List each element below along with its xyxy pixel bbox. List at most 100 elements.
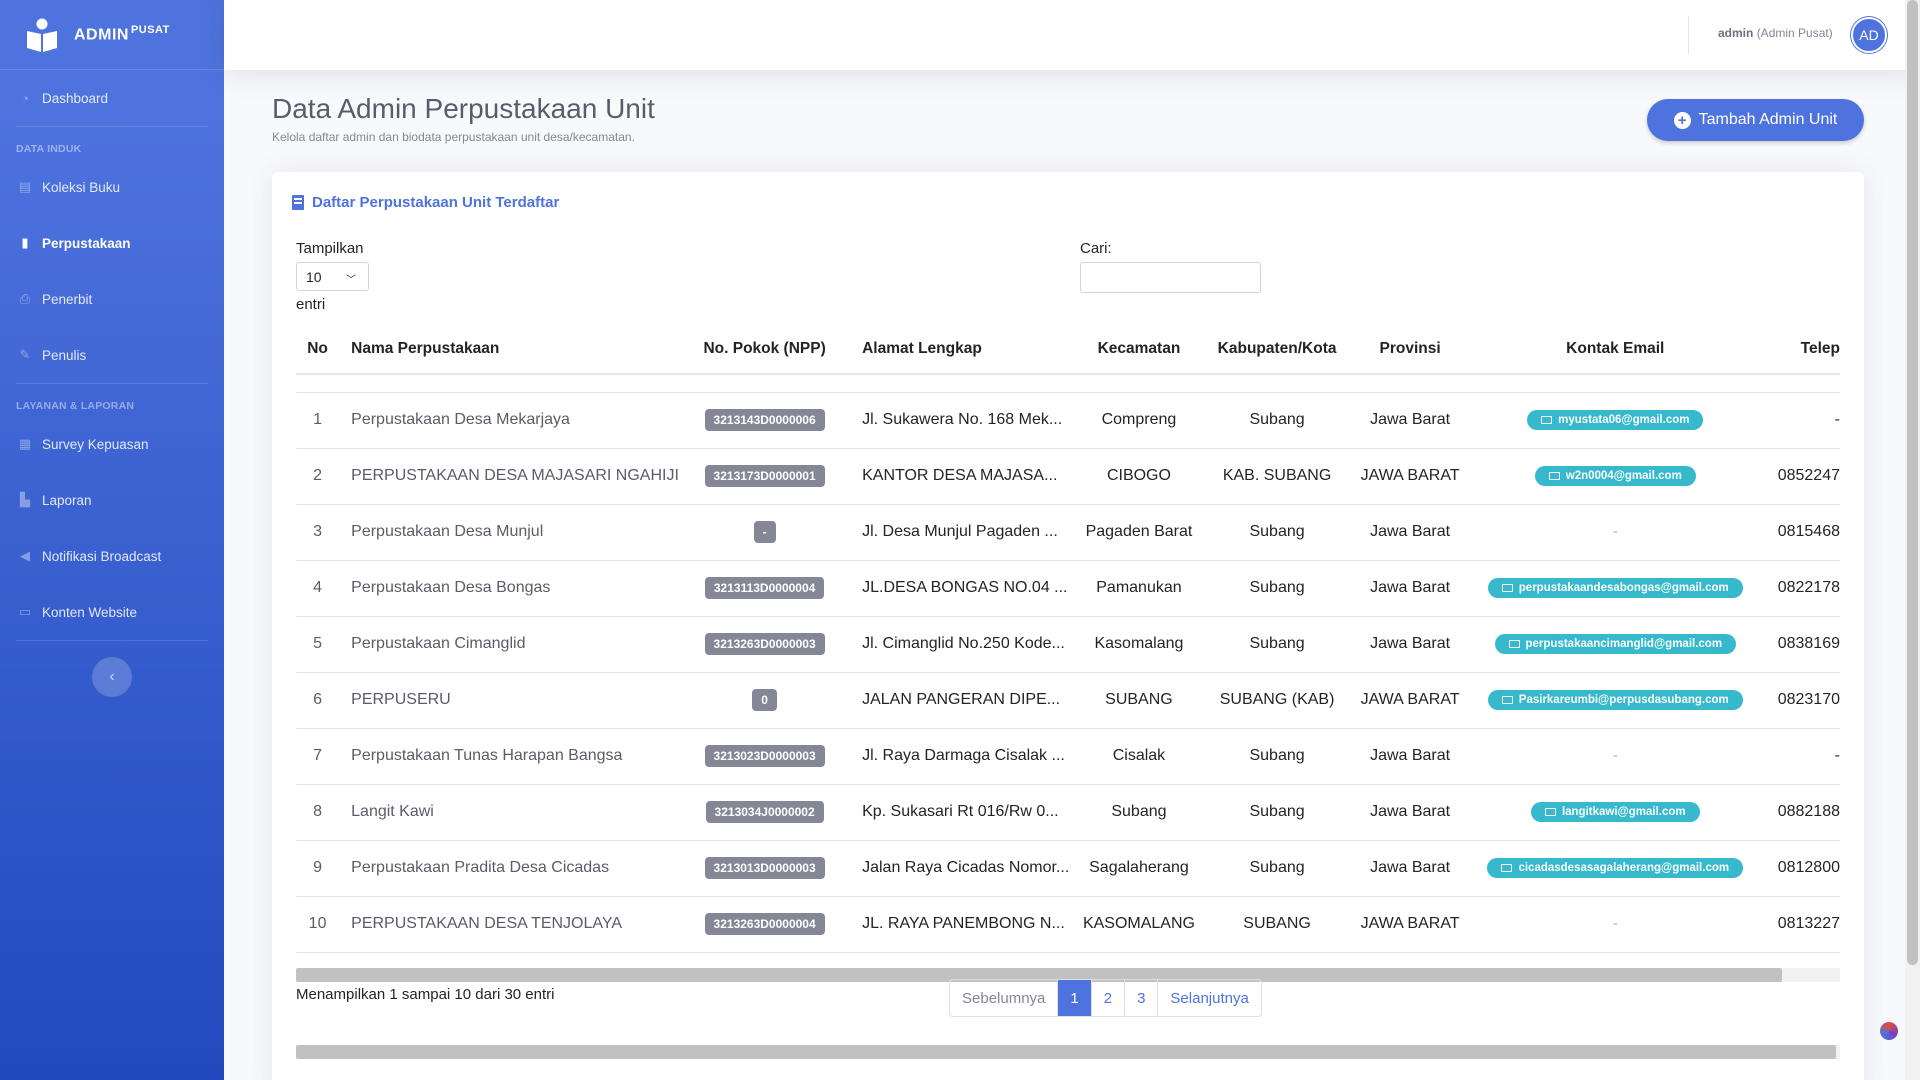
email-badge[interactable]: cicadasdesasagalaherang@gmail.com [1487,858,1744,878]
cell-kecamatan: CIBOGO [1074,448,1204,505]
cell-kecamatan: Kasomalang [1074,616,1204,673]
cell-kecamatan: Compreng [1074,392,1204,449]
sidebar-item-notifikasi[interactable]: ◀ Notifikasi Broadcast [0,528,224,584]
cell-no: 8 [296,784,340,841]
user-menu-label[interactable]: admin (Admin Pusat) [1718,26,1833,40]
sidebar-toggle-button[interactable]: ‹ [92,657,132,697]
search-input[interactable] [1080,262,1261,293]
cell-alamat: Jl. Sukawera No. 168 Mek... [850,392,1075,449]
column-header-provinsi[interactable]: Provinsi [1350,324,1470,375]
pagination: Sebelumnya 1 2 3 Selanjutnya [949,979,1262,1017]
card-title: Daftar Perpustakaan Unit Terdaftar [292,194,559,211]
cell-no: 9 [296,840,340,897]
sidebar-item-label: Koleksi Buku [42,179,121,195]
building-icon: ▮ [21,235,29,250]
column-header-kabupaten[interactable]: Kabupaten/Kota [1203,324,1351,375]
cell-nama: PERPUSERU [339,672,680,729]
cell-kabupaten: KAB. SUBANG [1203,448,1351,505]
desktop-icon: ▭ [18,604,32,619]
building-icon [292,195,304,210]
chart-icon: ▙ [20,492,30,507]
page-button-2[interactable]: 2 [1090,980,1124,1016]
assistant-icon[interactable] [1874,1014,1904,1048]
card-horizontal-scrollbar[interactable] [296,1045,1840,1059]
table-row[interactable]: 2 PERPUSTAKAAN DESA MAJASARI NGAHIJI 32131… [296,448,1840,505]
email-badge[interactable]: langitkawi@gmail.com [1530,802,1700,822]
sidebar-item-konten-website[interactable]: ▭ Konten Website [0,584,224,640]
sidebar-item-perpustakaan[interactable]: ▮ Perpustakaan [0,215,224,271]
cell-nama: Langit Kawi [339,784,680,841]
next-page-button[interactable]: Selanjutnya [1157,980,1260,1016]
npp-badge: 3213023D0000003 [704,745,825,767]
table-row[interactable]: 3 Perpustakaan Desa Munjul - Jl. Desa Munju… [296,504,1840,561]
table-row[interactable]: 8 Langit Kawi 3213034J0000002 Kp. Sukasari … [296,784,1840,841]
cell-no: 6 [296,672,340,729]
table-row[interactable]: 9 Perpustakaan Pradita Desa Cicadas 321301… [296,840,1840,897]
column-header-telepon[interactable]: Telep [1761,324,1840,375]
email-badge[interactable]: w2n0004@gmail.com [1534,466,1696,486]
column-header-nama[interactable]: Nama Perpustakaan [339,324,680,375]
column-header-npp[interactable]: No. Pokok (NPP) [679,324,851,375]
book-reader-icon [24,17,60,53]
length-select[interactable]: 10 ﹀ [296,262,369,291]
cell-provinsi: Jawa Barat [1350,504,1470,561]
prev-page-button[interactable]: Sebelumnya [950,980,1057,1016]
sidebar-item-label: Penerbit [42,291,93,307]
sidebar-item-survey[interactable]: ▦ Survey Kepuasan [0,416,224,472]
cell-alamat: Jl. Desa Munjul Pagaden ... [850,504,1075,561]
table-row[interactable]: 7 Perpustakaan Tunas Harapan Bangsa 321302… [296,728,1840,785]
page-button-3[interactable]: 3 [1124,980,1157,1016]
cell-npp: 3213023D0000003 [679,728,851,785]
cell-kecamatan: Sagalaherang [1074,840,1204,897]
column-header-email[interactable]: Kontak Email [1469,324,1762,375]
library-table: No Nama Perpustakaan No. Pokok (NPP) Ala… [296,324,1840,953]
sidebar-item-laporan[interactable]: ▙ Laporan [0,472,224,528]
cell-kecamatan: KASOMALANG [1074,896,1204,953]
page-button-1[interactable]: 1 [1057,980,1091,1016]
table-row[interactable]: 10 PERPUSTAKAAN DESA TENJOLAYA 3213263D000… [296,896,1840,953]
table-row[interactable]: 4 Perpustakaan Desa Bongas 3213113D0000004… [296,560,1840,617]
npp-badge: 0 [752,689,777,711]
cell-kabupaten: SUBANG [1203,896,1351,953]
sidebar-heading-data-induk: DATA INDUK [16,143,82,155]
table-row[interactable]: 1 Perpustakaan Desa Mekarjaya 3213143D0000… [296,392,1840,449]
table-row[interactable]: 6 PERPUSERU 0 JALAN PANGERAN DIPE... SUBANG S… [296,672,1840,729]
cell-nama: Perpustakaan Tunas Harapan Bangsa [339,728,680,785]
chevron-down-icon: ﹀ [346,275,356,286]
table-row[interactable]: 5 Perpustakaan Cimanglid 3213263D0000003 Jl… [296,616,1840,673]
sidebar-item-koleksi-buku[interactable]: ▤ Koleksi Buku [0,159,224,215]
page-vertical-scrollbar[interactable] [1905,0,1920,1080]
email-badge[interactable]: myustata06@gmail.com [1527,410,1704,430]
sidebar-item-penerbit[interactable]: ⎙ Penerbit [0,271,224,327]
npp-badge: - [753,521,776,543]
table-header-row: No Nama Perpustakaan No. Pokok (NPP) Ala… [296,324,1840,375]
cell-nama: Perpustakaan Desa Bongas [339,560,680,617]
avatar[interactable]: AD [1851,17,1887,53]
brand[interactable]: ADMIN PUSAT [0,0,224,70]
column-header-kecamatan[interactable]: Kecamatan [1074,324,1204,375]
add-admin-unit-button[interactable]: + Tambah Admin Unit [1647,99,1864,141]
search-label: Cari: [1080,240,1112,257]
email-badge[interactable]: perpustakaandesabongas@gmail.com [1487,578,1743,598]
npp-badge: 3213113D0000004 [704,577,825,599]
sidebar-item-penulis[interactable]: ✎ Penulis [0,327,224,383]
cell-nama: Perpustakaan Desa Mekarjaya [339,392,680,449]
cell-telepon: - [1761,392,1840,449]
email-badge[interactable]: Pasirkareumbi@perpusdasubang.com [1487,690,1743,710]
cell-kabupaten: Subang [1203,560,1351,617]
cell-provinsi: JAWA BARAT [1350,448,1470,505]
cell-kabupaten: Subang [1203,784,1351,841]
cell-no: 1 [296,392,340,449]
cell-kabupaten: Subang [1203,728,1351,785]
email-badge[interactable]: perpustakaancimanglid@gmail.com [1494,634,1737,654]
cell-kecamatan: Cisalak [1074,728,1204,785]
cell-email: cicadasdesasagalaherang@gmail.com [1469,840,1762,897]
column-header-no[interactable]: No [296,324,340,375]
envelope-icon [1508,640,1520,648]
cell-alamat: Jalan Raya Cicadas Nomor... [850,840,1075,897]
cell-alamat: JALAN PANGERAN DIPE... [850,672,1075,729]
column-header-alamat[interactable]: Alamat Lengkap [850,324,1075,375]
sidebar-item-dashboard[interactable]: ◔ Dashboard [0,70,224,126]
cell-nama: PERPUSTAKAAN DESA TENJOLAYA [339,896,680,953]
cell-npp: 3213143D0000006 [679,392,851,449]
